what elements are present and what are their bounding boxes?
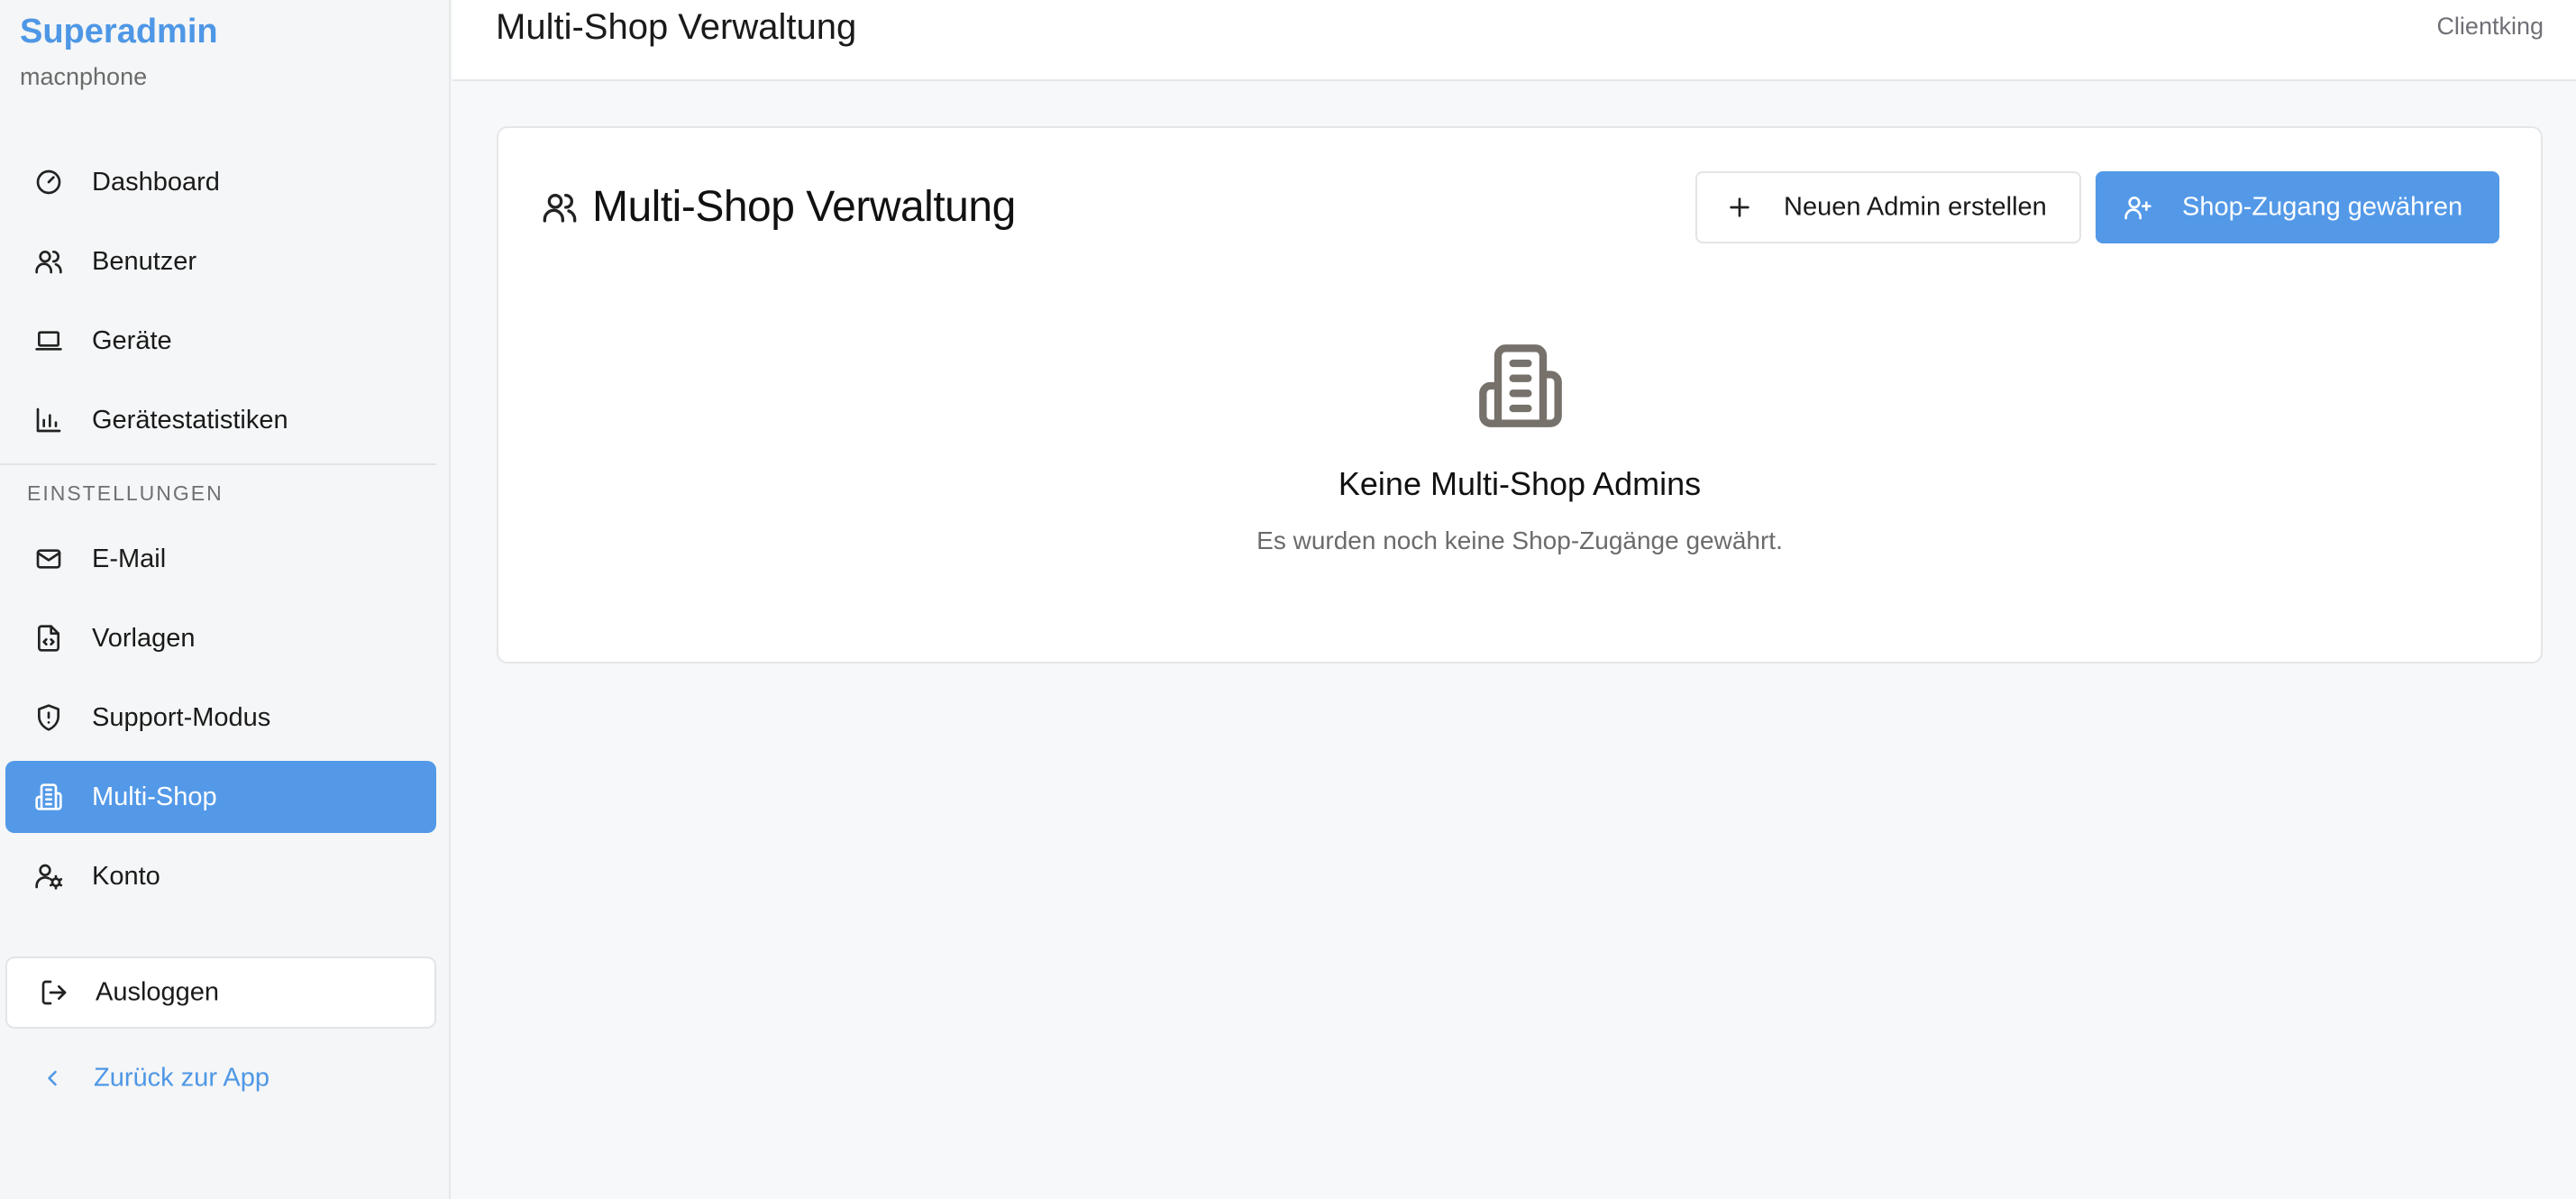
brand-subtitle: macnphone (20, 63, 148, 90)
sidebar-item-label: Gerätestatistiken (92, 405, 288, 435)
brand-title: Superadmin (20, 13, 218, 50)
bar-chart-icon (32, 404, 65, 436)
back-to-app-label: Zurück zur App (94, 1063, 270, 1093)
sidebar-item-label: Geräte (92, 325, 172, 355)
sidebar-item-label: E-Mail (92, 544, 167, 573)
sidebar-item-support-modus[interactable]: Support-Modus (5, 682, 436, 754)
sidebar-item-geraetestatistiken[interactable]: Gerätestatistiken (5, 384, 436, 456)
shield-icon (32, 701, 65, 734)
empty-state-title: Keine Multi-Shop Admins (1338, 465, 1702, 502)
sidebar-item-konto[interactable]: Konto (5, 840, 436, 912)
chevron-left-icon (36, 1062, 69, 1094)
sidebar-item-multi-shop[interactable]: Multi-Shop (5, 761, 436, 833)
grant-shop-access-button[interactable]: Shop-Zugang gewähren (2096, 171, 2499, 243)
sidebar-item-label: Dashboard (92, 167, 220, 197)
multi-shop-card: Multi-Shop Verwaltung Neuen Admin erstel… (497, 126, 2543, 664)
gauge-icon (32, 166, 65, 198)
plus-icon (1724, 192, 1755, 223)
sidebar-item-label: Benutzer (92, 246, 197, 276)
file-code-icon (32, 622, 65, 654)
grant-shop-access-label: Shop-Zugang gewähren (2182, 192, 2463, 222)
section-label: EINSTELLUNGEN (27, 481, 224, 505)
sidebar-item-benutzer[interactable]: Benutzer (5, 225, 436, 297)
laptop-icon (32, 325, 65, 357)
sidebar-item-geraete[interactable]: Geräte (5, 305, 436, 377)
sidebar-item-label: Support-Modus (92, 702, 271, 732)
new-admin-label: Neuen Admin erstellen (1784, 192, 2047, 222)
building-icon (1475, 341, 1566, 431)
building-icon (32, 781, 65, 813)
user-name[interactable]: Clientking (2436, 13, 2544, 41)
empty-state-subtitle: Es wurden noch keine Shop-Zugänge gewähr… (1256, 526, 1783, 554)
sidebar-item-label: Konto (92, 861, 160, 891)
sidebar: Superadmin macnphone Dashboard Benutzer … (0, 0, 451, 1199)
user-cog-icon (32, 860, 65, 892)
mail-icon (32, 543, 65, 575)
sidebar-item-email[interactable]: E-Mail (5, 523, 436, 595)
users-icon (542, 189, 581, 229)
sidebar-item-label: Vorlagen (92, 623, 196, 653)
card-title: Multi-Shop Verwaltung (592, 183, 1016, 231)
page-title: Multi-Shop Verwaltung (496, 7, 857, 47)
users-icon (32, 245, 65, 278)
sidebar-item-dashboard[interactable]: Dashboard (5, 146, 436, 218)
user-plus-icon (2123, 192, 2153, 223)
top-bar: Multi-Shop Verwaltung Clientking (452, 0, 2576, 81)
sidebar-item-vorlagen[interactable]: Vorlagen (5, 602, 436, 674)
back-to-app-link[interactable]: Zurück zur App (5, 1042, 436, 1114)
logout-button[interactable]: Ausloggen (5, 956, 436, 1029)
sidebar-item-label: Multi-Shop (92, 782, 217, 811)
sidebar-divider (0, 463, 436, 465)
logout-label: Ausloggen (96, 977, 220, 1007)
new-admin-button[interactable]: Neuen Admin erstellen (1695, 171, 2081, 243)
logout-icon (38, 976, 70, 1009)
